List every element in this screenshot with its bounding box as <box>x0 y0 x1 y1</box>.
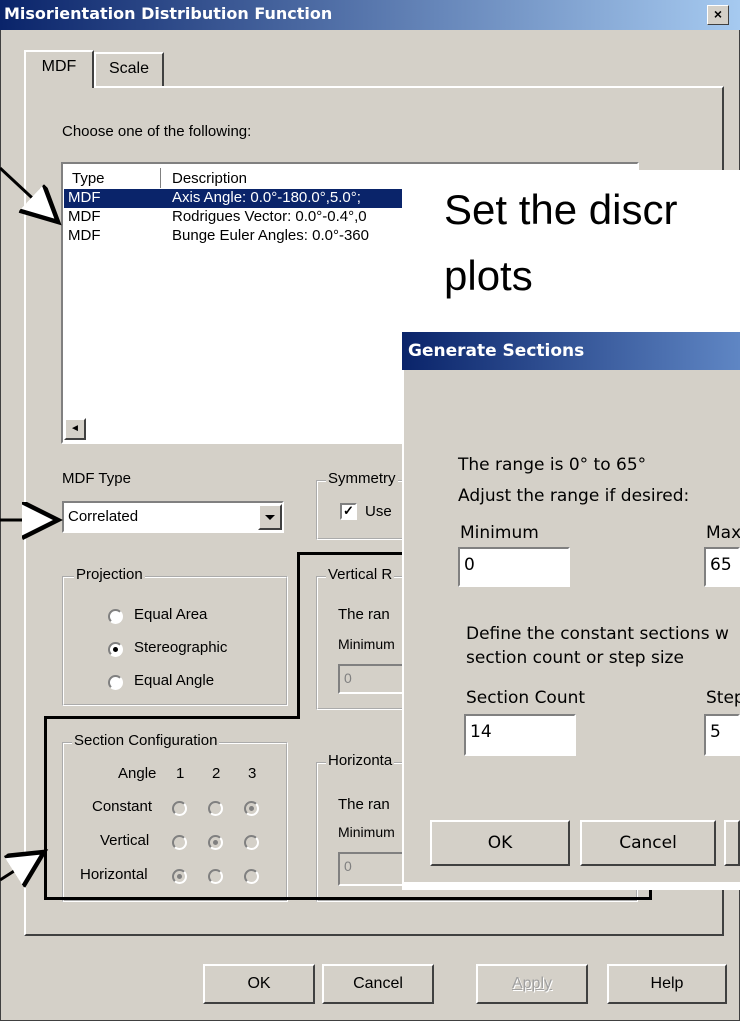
section-config-label: Section Configuration <box>72 732 220 749</box>
row-horizontal-label: Horizontal <box>80 866 148 883</box>
vertical-minimum-label: Minimum <box>338 636 395 652</box>
close-button[interactable]: × <box>707 5 729 25</box>
dialog-maximum-input[interactable]: 65 <box>704 547 740 587</box>
angle-label: Angle <box>118 765 157 782</box>
angle-col-2: 2 <box>212 765 221 782</box>
stereographic-radio[interactable] <box>108 642 123 657</box>
step-size-input[interactable]: 5 <box>704 714 740 756</box>
constant-angle-1-radio[interactable] <box>172 801 187 816</box>
dialog-maximum-label: Max <box>706 523 740 543</box>
horizontal-range-text: The ran <box>338 796 390 813</box>
vertical-angle-1-radio[interactable] <box>172 835 187 850</box>
row-constant-label: Constant <box>92 798 153 815</box>
vertical-angle-3-radio[interactable] <box>244 835 259 850</box>
chevron-down-icon <box>265 515 275 520</box>
highlight-frame <box>44 897 652 900</box>
section-count-input[interactable]: 14 <box>464 714 576 756</box>
use-symmetry-label: Use <box>365 503 392 520</box>
highlight-frame <box>44 716 300 719</box>
range-text: The range is 0° to 65° <box>458 455 647 475</box>
tab-scale[interactable]: Scale <box>94 52 164 86</box>
constant-angle-3-radio[interactable] <box>244 801 259 816</box>
cancel-button[interactable]: Cancel <box>322 964 434 1004</box>
annotation-arrows <box>0 166 80 920</box>
use-symmetry-checkbox[interactable]: ✓ <box>340 503 357 520</box>
stereographic-label: Stereographic <box>134 639 228 656</box>
slide-heading-line1: Set the discr <box>444 186 678 233</box>
dialog-extra-button[interactable] <box>724 820 740 866</box>
symmetry-label: Symmetry <box>326 470 398 487</box>
projection-label: Projection <box>74 566 145 583</box>
generate-sections-dialog <box>402 332 740 882</box>
arrow-to-section-config <box>0 852 44 880</box>
column-header-type[interactable]: Type <box>72 170 160 190</box>
equal-angle-label: Equal Angle <box>134 672 215 689</box>
horizontal-range-label: Horizonta <box>326 752 395 769</box>
row-vertical-label: Vertical <box>100 832 150 849</box>
step-label: Step <box>706 688 740 708</box>
apply-button[interactable]: Apply <box>476 964 588 1004</box>
vertical-angle-2-radio[interactable] <box>208 835 223 850</box>
header-divider <box>160 168 161 188</box>
dialog-minimum-label: Minimum <box>460 523 539 543</box>
list-item-description[interactable]: Rodrigues Vector: 0.0°-0.4°,0 <box>172 208 367 226</box>
horizontal-angle-1-radio[interactable] <box>172 869 187 884</box>
angle-col-1: 1 <box>176 765 185 782</box>
dialog-minimum-input[interactable]: 0 <box>458 547 570 587</box>
equal-area-radio[interactable] <box>108 609 123 624</box>
dialog-ok-button[interactable]: OK <box>430 820 570 866</box>
dialog-cancel-button[interactable]: Cancel <box>580 820 716 866</box>
equal-angle-radio[interactable] <box>108 675 123 690</box>
section-count-label: Section Count <box>466 688 586 708</box>
define-text-line2: section count or step size <box>466 648 684 668</box>
ok-button[interactable]: OK <box>203 964 315 1004</box>
vertical-minimum-input[interactable]: 0 <box>338 664 406 694</box>
angle-col-3: 3 <box>248 765 257 782</box>
list-item-description[interactable]: Axis Angle: 0.0°-180.0°,5.0°; <box>172 189 361 207</box>
choose-label: Choose one of the following: <box>62 123 252 140</box>
tab-mdf[interactable]: MDF <box>24 50 94 88</box>
vertical-range-text: The ran <box>338 606 390 623</box>
horizontal-angle-3-radio[interactable] <box>244 869 259 884</box>
equal-area-label: Equal Area <box>134 606 208 623</box>
slide-heading-line2: plots <box>444 252 533 299</box>
list-item-description[interactable]: Bunge Euler Angles: 0.0°-360 <box>172 227 369 245</box>
column-header-description[interactable]: Description <box>172 170 247 187</box>
arrow-to-list <box>0 166 58 222</box>
generate-sections-title[interactable]: Generate Sections <box>402 332 740 370</box>
highlight-frame <box>297 552 300 719</box>
adjust-text: Adjust the range if desired: <box>458 486 690 506</box>
vertical-range-label: Vertical R <box>326 566 395 583</box>
define-text-line1: Define the constant sections w <box>466 624 729 644</box>
constant-angle-2-radio[interactable] <box>208 801 223 816</box>
horizontal-minimum-label: Minimum <box>338 824 395 840</box>
dropdown-button[interactable] <box>258 504 282 530</box>
horizontal-angle-2-radio[interactable] <box>208 869 223 884</box>
help-button[interactable]: Help <box>607 964 727 1004</box>
